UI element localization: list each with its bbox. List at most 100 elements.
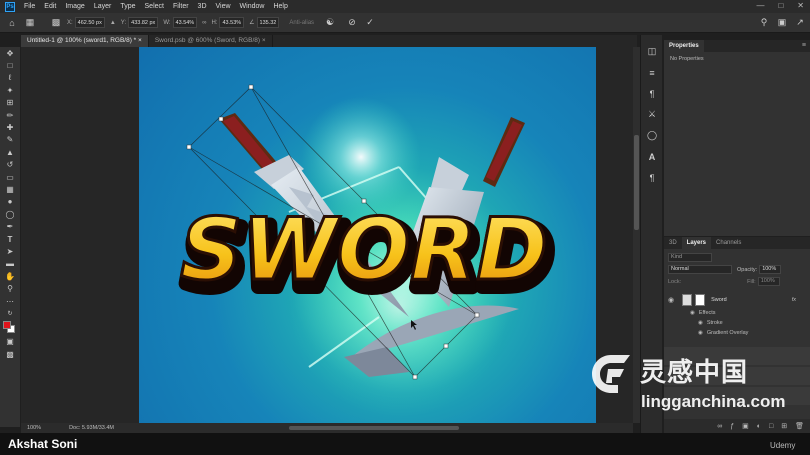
fill-field[interactable]: 100% (757, 277, 780, 286)
share-icon[interactable]: ↗ (794, 17, 806, 29)
menu-filter[interactable]: Filter (173, 3, 189, 10)
menu-3d[interactable]: 3D (198, 3, 207, 10)
effects-row[interactable]: ◉ Effects (664, 308, 810, 318)
warp-icon[interactable]: ☯ (324, 17, 336, 29)
tab-layers[interactable]: Layers (681, 237, 712, 249)
stamp-tool-icon[interactable]: ▲ (0, 146, 20, 158)
screen-mode-icon[interactable]: ▩ (0, 348, 20, 360)
healing-brush-icon[interactable]: ✚ (0, 121, 20, 133)
menu-image[interactable]: Image (65, 3, 84, 10)
crop-tool-icon[interactable]: ⊞ (0, 97, 20, 109)
layer-name[interactable]: Sword (711, 297, 727, 303)
eyedropper-icon[interactable]: ✏ (0, 109, 20, 121)
brush-tool-icon[interactable]: ✎ (0, 134, 20, 146)
blend-mode-select[interactable]: Normal (668, 265, 732, 274)
visibility-eye-icon[interactable]: ◉ (668, 296, 674, 304)
workspace-icon[interactable]: ▣ (776, 17, 788, 29)
layer-kind-filter[interactable]: Kind (668, 253, 712, 262)
w-field[interactable]: 43.54% (172, 17, 198, 28)
paths-panel-icon[interactable]: ◯ (641, 125, 663, 146)
minimize-icon[interactable]: — (756, 1, 764, 10)
gradient-tool-icon[interactable]: ▦ (0, 183, 20, 195)
menu-window[interactable]: Window (240, 3, 265, 10)
shape-tool-icon[interactable]: ▬ (0, 258, 20, 270)
path-select-icon[interactable]: ➤ (0, 245, 20, 257)
color-swatches[interactable] (0, 320, 20, 336)
quick-mask-icon[interactable]: ▣ (0, 336, 20, 348)
y-field[interactable]: 433.82 px (128, 17, 159, 28)
gradient-eye-icon[interactable]: ◉ (698, 330, 703, 336)
menu-type[interactable]: Type (120, 3, 135, 10)
close-icon[interactable]: ✕ (797, 1, 804, 10)
history-brush-icon[interactable]: ↺ (0, 159, 20, 171)
new-group-icon[interactable]: □ (769, 423, 773, 430)
maximize-icon[interactable]: □ (778, 1, 783, 10)
commit-transform-icon[interactable]: ✓ (364, 17, 376, 29)
layer-row-sword[interactable]: ◉ Sword fx (664, 288, 810, 308)
effects-eye-icon[interactable]: ◉ (690, 310, 695, 316)
menu-file[interactable]: File (24, 3, 35, 10)
delta-icon[interactable]: ▲ (110, 20, 116, 26)
foreground-color-swatch[interactable] (3, 320, 11, 329)
antialias-label[interactable]: Anti-alias (289, 20, 314, 26)
tab-untitled[interactable]: Untitled-1 @ 100% (sword1, RGB/8) * × (21, 35, 149, 47)
move-tool-icon[interactable]: ✥ (0, 47, 20, 59)
menu-select[interactable]: Select (145, 3, 164, 10)
para-styles-icon[interactable]: ¶ (641, 167, 663, 188)
tab-channels[interactable]: Channels (711, 237, 746, 249)
tab-3d[interactable]: 3D (664, 237, 682, 249)
tab-sword-psb[interactable]: Sword.psb @ 600% (Sword, RGB/8) × (149, 35, 273, 47)
delete-layer-icon[interactable]: 🗑 (795, 422, 804, 430)
cancel-transform-icon[interactable]: ⊘ (346, 17, 358, 29)
character-panel-icon[interactable]: A (641, 146, 663, 167)
zoom-level[interactable]: 100% (27, 425, 41, 431)
menu-edit[interactable]: Edit (44, 3, 56, 10)
link-icon[interactable]: ∞ (202, 20, 206, 26)
effect-gradient-row[interactable]: ◉ Gradient Overlay (664, 328, 810, 338)
swap-colors-icon[interactable]: ↻ (0, 307, 20, 319)
close-tab-icon[interactable]: × (262, 37, 266, 44)
type-tool-icon[interactable]: T (0, 233, 20, 245)
reference-point-icon[interactable]: ▩ (50, 17, 62, 29)
adjustments-panel-icon[interactable]: ≡ (641, 62, 663, 83)
search-icon[interactable]: ⚲ (758, 17, 770, 29)
x-field[interactable]: 462.50 px (74, 17, 105, 28)
adjustment-layer-icon[interactable]: ◐ (757, 423, 761, 430)
history-panel-icon[interactable]: ◫ (641, 41, 663, 62)
new-layer-icon[interactable]: ⊞ (781, 422, 787, 430)
magic-wand-icon[interactable]: ✦ (0, 84, 20, 96)
link-layers-icon[interactable]: ∞ (717, 423, 722, 430)
menu-help[interactable]: Help (273, 3, 287, 10)
vertical-scrollbar[interactable] (633, 47, 640, 423)
artboard[interactable]: SWORD SWORD (139, 47, 596, 423)
canvas-area[interactable]: SWORD SWORD (21, 47, 633, 423)
vertical-scrollbar-thumb[interactable] (634, 135, 639, 230)
paragraph-panel-icon[interactable]: ¶ (641, 83, 663, 104)
effect-stroke-row[interactable]: ◉ Stroke (664, 318, 810, 328)
menu-layer[interactable]: Layer (94, 3, 112, 10)
transform-tool-icon[interactable]: ▦ (24, 17, 36, 29)
add-mask-icon[interactable]: ▣ (742, 422, 749, 430)
more-tools-icon[interactable]: ⋯ (0, 295, 20, 307)
angle-field[interactable]: 135.32 (256, 17, 280, 28)
tools-panel-icon[interactable]: ⚔ (641, 104, 663, 125)
dodge-tool-icon[interactable]: ◯ (0, 208, 20, 220)
tab-properties[interactable]: Properties (664, 40, 704, 52)
eraser-tool-icon[interactable]: ▭ (0, 171, 20, 183)
zoom-tool-icon[interactable]: ⚲ (0, 282, 20, 294)
menu-view[interactable]: View (216, 3, 231, 10)
lasso-tool-icon[interactable]: ℓ (0, 72, 20, 84)
blur-tool-icon[interactable]: ● (0, 196, 20, 208)
fx-icon[interactable]: fx (792, 297, 796, 303)
pen-tool-icon[interactable]: ✒ (0, 220, 20, 232)
marquee-tool-icon[interactable]: □ (0, 59, 20, 71)
stroke-eye-icon[interactable]: ◉ (698, 320, 703, 326)
hand-tool-icon[interactable]: ✋ (0, 270, 20, 282)
close-tab-icon[interactable]: × (138, 37, 142, 44)
h-field[interactable]: 43.53% (219, 17, 245, 28)
opacity-field[interactable]: 100% (759, 265, 782, 274)
horizontal-scrollbar[interactable] (289, 426, 459, 430)
home-icon[interactable]: ⌂ (6, 17, 18, 29)
add-style-icon[interactable]: ƒ (730, 423, 734, 430)
panel-menu-icon[interactable]: ≡ (802, 42, 806, 49)
